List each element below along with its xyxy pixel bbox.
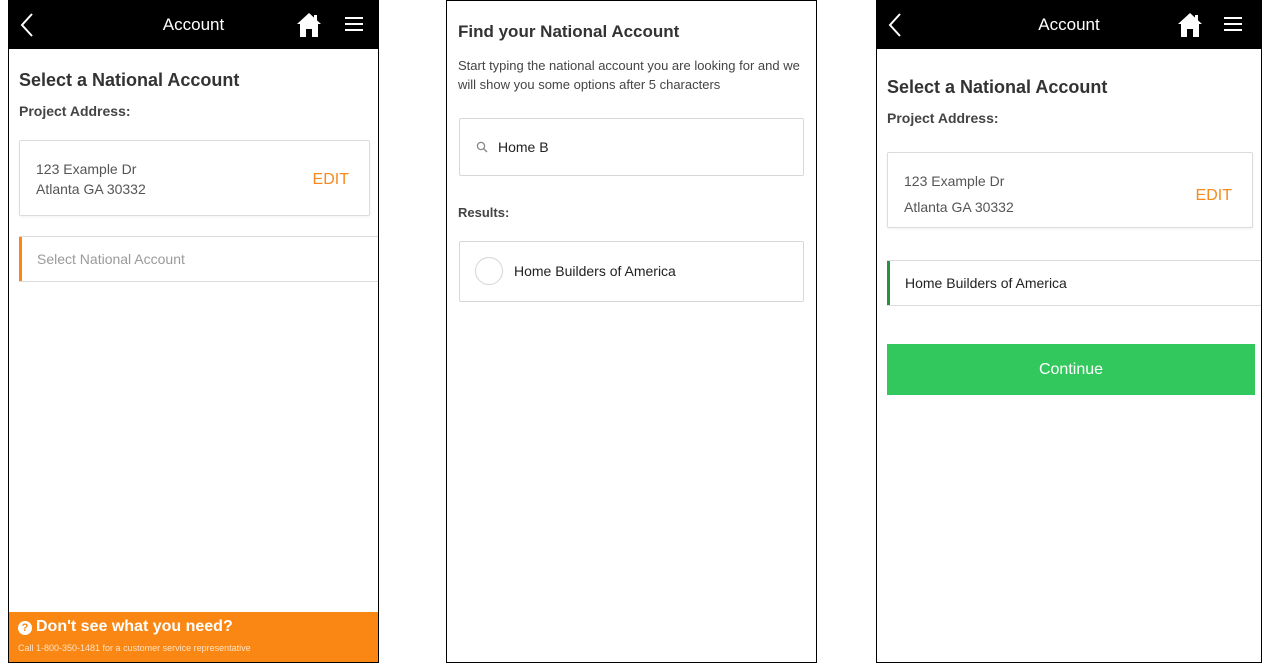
selected-account: Home Builders of America	[905, 275, 1067, 291]
screen-select-account-selected: Account Select a National Account Projec…	[876, 0, 1262, 663]
help-title: Don't see what you need?	[36, 618, 233, 635]
find-description: Start typing the national account you ar…	[458, 58, 800, 92]
national-account-select[interactable]: Select National Account	[19, 236, 378, 282]
find-title: Find your National Account	[458, 22, 680, 41]
screen-find-account: Find your National Account Start typing …	[446, 0, 817, 663]
search-icon	[476, 141, 488, 153]
section-heading: Select a National Account	[887, 77, 1108, 97]
hamburger-menu-icon[interactable]	[1223, 14, 1243, 34]
top-nav-bar: Account	[9, 1, 378, 49]
section-heading: Select a National Account	[19, 70, 240, 90]
edit-address-button[interactable]: EDIT	[313, 171, 349, 189]
project-address-card: 123 Example Dr Atlanta GA 30332 EDIT	[19, 140, 370, 216]
project-address-label: Project Address:	[887, 110, 999, 126]
page-title: Account	[1038, 15, 1100, 34]
national-account-select[interactable]: Home Builders of America	[887, 260, 1261, 306]
help-banner[interactable]: ? Don't see what you need? Call 1-800-35…	[9, 612, 378, 662]
home-icon[interactable]	[296, 12, 322, 38]
screen-select-account-empty: Account Select a National Account Projec…	[8, 0, 379, 663]
address-line-1: 123 Example Dr	[904, 173, 1005, 189]
search-value: Home B	[498, 139, 549, 155]
edit-address-button[interactable]: EDIT	[1196, 187, 1232, 205]
field-accent-bar	[887, 261, 890, 305]
address-line-2: Atlanta GA 30332	[904, 199, 1014, 215]
result-label: Home Builders of America	[514, 263, 676, 279]
home-icon[interactable]	[1177, 12, 1203, 38]
project-address-label: Project Address:	[19, 103, 131, 119]
question-circle-icon: ?	[18, 621, 32, 635]
address-line-1: 123 Example Dr	[36, 161, 137, 177]
result-item[interactable]: Home Builders of America	[459, 241, 804, 302]
continue-button[interactable]: Continue	[887, 344, 1255, 395]
page-title: Account	[162, 15, 225, 34]
search-input[interactable]: Home B	[459, 118, 804, 176]
results-label: Results:	[458, 205, 510, 220]
hamburger-menu-icon[interactable]	[344, 14, 364, 34]
address-line-2: Atlanta GA 30332	[36, 181, 146, 197]
project-address-card: 123 Example Dr Atlanta GA 30332 EDIT	[887, 152, 1253, 228]
radio-button[interactable]	[475, 257, 503, 285]
field-accent-bar	[19, 237, 22, 281]
select-placeholder: Select National Account	[37, 251, 185, 267]
top-nav-bar: Account	[877, 1, 1261, 49]
help-subtitle: Call 1-800-350-1481 for a customer servi…	[18, 643, 251, 653]
